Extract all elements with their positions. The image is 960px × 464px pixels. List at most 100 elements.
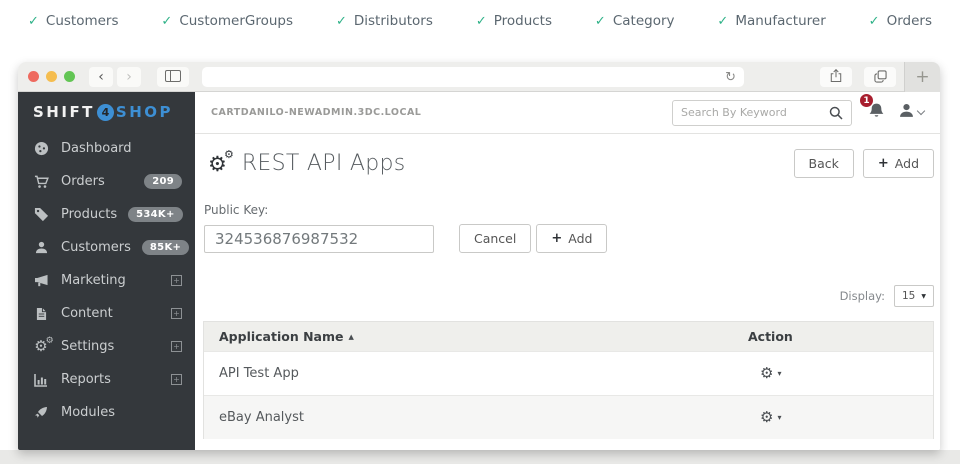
plus-glyph: + bbox=[173, 277, 180, 285]
column-application-name[interactable]: Application Name ▲ bbox=[204, 329, 748, 344]
orders-count-badge: 209 bbox=[144, 174, 182, 189]
sidebar-toggle-button[interactable] bbox=[157, 67, 189, 87]
integration-label: Category bbox=[613, 13, 675, 29]
close-window-button[interactable] bbox=[28, 71, 39, 82]
browser-chrome: ‹ › ↻ + bbox=[18, 62, 940, 92]
sidebar-item-marketing[interactable]: Marketing + bbox=[18, 264, 195, 297]
dropdown-arrow-icon: ▾ bbox=[777, 413, 781, 422]
shift4shop-logo[interactable]: SHIFT 4 SHOP bbox=[18, 92, 195, 132]
row-action-menu-button[interactable]: ⚙ ▾ bbox=[748, 366, 781, 381]
address-bar[interactable]: ↻ bbox=[202, 67, 744, 87]
public-key-section: Public Key: Cancel + Add bbox=[203, 203, 934, 253]
row-action-menu-button[interactable]: ⚙ ▾ bbox=[748, 410, 781, 425]
logo-4-badge: 4 bbox=[97, 104, 114, 121]
notification-count-badge: 1 bbox=[859, 93, 874, 108]
sidebar-item-content[interactable]: Content + bbox=[18, 297, 195, 330]
sidebar-item-label: Customers bbox=[61, 240, 131, 255]
caret-down-icon: ▼ bbox=[921, 293, 926, 300]
sidebar-item-modules[interactable]: Modules bbox=[18, 396, 195, 429]
integration-item-customers: ✓ Customers bbox=[28, 13, 119, 29]
expand-icon[interactable]: + bbox=[171, 275, 182, 286]
back-button[interactable]: Back bbox=[794, 149, 854, 178]
table-row: eBay Analyst ⚙ ▾ bbox=[204, 395, 933, 439]
add-button[interactable]: + Add bbox=[863, 149, 934, 178]
sidebar-item-label: Settings bbox=[61, 339, 160, 354]
sidebar-item-reports[interactable]: Reports + bbox=[18, 363, 195, 396]
title-row: ⚙ ⚙ REST API Apps Back + Add bbox=[203, 149, 934, 178]
gear-glyph-small: ⚙ bbox=[224, 148, 234, 161]
sidebar-item-label: Dashboard bbox=[61, 141, 182, 156]
integration-item-distributors: ✓ Distributors bbox=[336, 13, 433, 29]
gear-icon: ⚙ bbox=[760, 410, 773, 425]
confirm-add-button[interactable]: + Add bbox=[536, 224, 607, 253]
expand-icon[interactable]: + bbox=[171, 374, 182, 385]
bell-icon bbox=[868, 104, 885, 123]
expand-icon[interactable]: + bbox=[171, 341, 182, 352]
logo-text-shift: SHIFT bbox=[33, 103, 95, 121]
public-key-label: Public Key: bbox=[204, 203, 934, 217]
display-row: Display: 15 ▼ bbox=[203, 285, 934, 307]
chrome-right-buttons bbox=[820, 67, 896, 87]
sidebar-item-label: Orders bbox=[61, 174, 133, 189]
integration-label: CustomerGroups bbox=[179, 13, 293, 29]
dashboard-icon bbox=[32, 141, 50, 156]
search-input[interactable] bbox=[681, 106, 823, 119]
user-menu-button[interactable] bbox=[899, 103, 924, 122]
integration-item-category: ✓ Category bbox=[595, 13, 675, 29]
user-icon bbox=[899, 103, 914, 122]
admin-app: SHIFT 4 SHOP Dashboard Orders 209 bbox=[18, 92, 940, 450]
notifications-button[interactable]: 1 bbox=[868, 102, 885, 123]
check-icon: ✓ bbox=[336, 14, 347, 29]
plus-icon: + bbox=[878, 156, 889, 171]
plus-glyph: + bbox=[173, 376, 180, 384]
plus-glyph: + bbox=[173, 343, 180, 351]
check-icon: ✓ bbox=[869, 14, 880, 29]
sidebar-item-label: Marketing bbox=[61, 273, 160, 288]
display-count-select[interactable]: 15 ▼ bbox=[894, 285, 934, 307]
table-header: Application Name ▲ Action bbox=[204, 322, 933, 351]
sidebar-item-label: Modules bbox=[61, 405, 182, 420]
chevron-down-icon bbox=[917, 106, 925, 114]
sidebar: SHIFT 4 SHOP Dashboard Orders 209 bbox=[18, 92, 195, 450]
sidebar-item-orders[interactable]: Orders 209 bbox=[18, 165, 195, 198]
new-tab-button[interactable]: + bbox=[904, 62, 940, 92]
sort-ascending-icon: ▲ bbox=[348, 333, 353, 341]
show-tabs-button[interactable] bbox=[864, 67, 896, 87]
check-icon: ✓ bbox=[476, 14, 487, 29]
search-icon[interactable] bbox=[829, 106, 843, 120]
rest-api-gears-icon: ⚙ ⚙ bbox=[208, 152, 227, 176]
browser-forward-button[interactable]: › bbox=[117, 67, 141, 87]
gears-icon: ⚙⚙ bbox=[32, 339, 50, 355]
app-name: API Test App bbox=[204, 366, 748, 381]
page-content: ⚙ ⚙ REST API Apps Back + Add Public Key: bbox=[195, 134, 940, 450]
cancel-button[interactable]: Cancel bbox=[459, 224, 531, 253]
check-icon: ✓ bbox=[717, 14, 728, 29]
expand-icon[interactable]: + bbox=[171, 308, 182, 319]
integration-label: Orders bbox=[887, 13, 932, 29]
main-area: CARTDANILO-NEWADMIN.3DC.LOCAL 1 bbox=[195, 92, 940, 450]
logo-text-shop: SHOP bbox=[116, 103, 173, 121]
column-action: Action bbox=[748, 329, 933, 344]
megaphone-icon bbox=[32, 274, 50, 287]
sidebar-item-settings[interactable]: ⚙⚙ Settings + bbox=[18, 330, 195, 363]
app-name: eBay Analyst bbox=[204, 410, 748, 425]
share-button[interactable] bbox=[820, 67, 852, 87]
keyword-search[interactable] bbox=[672, 100, 852, 126]
sidebar-item-dashboard[interactable]: Dashboard bbox=[18, 132, 195, 165]
sidebar-item-customers[interactable]: Customers 85K+ bbox=[18, 231, 195, 264]
sidebar-pane-icon bbox=[165, 67, 181, 86]
minimize-window-button[interactable] bbox=[46, 71, 57, 82]
browser-back-button[interactable]: ‹ bbox=[89, 67, 113, 87]
reload-icon[interactable]: ↻ bbox=[725, 71, 736, 84]
page-background-strip bbox=[0, 450, 960, 464]
sidebar-item-products[interactable]: Products 534K+ bbox=[18, 198, 195, 231]
public-key-input[interactable] bbox=[204, 225, 434, 253]
tabs-icon bbox=[874, 68, 887, 87]
integration-label: Distributors bbox=[354, 13, 433, 29]
column-label: Application Name bbox=[219, 329, 343, 344]
table-row: API Test App ⚙ ▾ bbox=[204, 351, 933, 395]
window-controls bbox=[28, 71, 75, 82]
products-count-badge: 534K+ bbox=[128, 207, 183, 222]
zoom-window-button[interactable] bbox=[64, 71, 75, 82]
confirm-add-label: Add bbox=[568, 231, 592, 246]
